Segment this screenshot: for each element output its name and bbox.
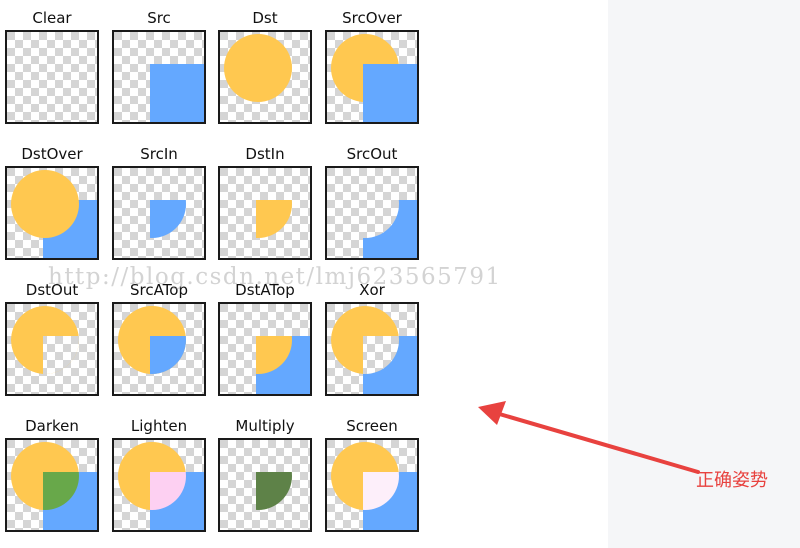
mode-label: SrcATop [129,281,188,299]
mode-label: Xor [359,281,385,299]
mode-label: Src [147,9,171,27]
composite-preview [218,30,312,124]
composite-preview [218,438,312,532]
mode-cell-srcin: SrcIn [109,136,209,264]
composite-preview [112,438,206,532]
mode-label: Darken [25,417,79,435]
mode-cell-srcout: SrcOut [322,136,422,264]
mode-cell-dstout: DstOut [2,272,102,400]
annotation-label: 正确姿势 [696,470,768,491]
mode-cell-dstatop: DstATop [215,272,315,400]
composite-preview [5,438,99,532]
mode-cell-dst: Dst [215,0,315,128]
mode-label: Lighten [130,417,188,435]
mode-label: SrcIn [140,145,178,163]
mode-label: SrcOver [342,9,402,27]
mode-cell-xor: Xor [322,272,422,400]
mode-cell-darken: Darken [2,408,102,536]
composite-preview [218,166,312,260]
mode-cell-srcover: SrcOver [322,0,422,128]
mode-cell-clear: Clear [2,0,102,128]
mode-label: Multiply [235,417,295,435]
composite-preview [112,166,206,260]
mode-label: Screen [346,417,398,435]
mode-cell-lighten: Lighten [109,408,209,536]
composite-preview [112,302,206,396]
mode-cell-dstover: DstOver [2,136,102,264]
mode-cell-screen: Screen [322,408,422,536]
composite-preview [325,166,419,260]
composite-preview [218,302,312,396]
mode-cell-dstin: DstIn [215,136,315,264]
composite-preview [325,438,419,532]
mode-label: DstATop [235,281,295,299]
mode-label: DstIn [245,145,285,163]
composite-preview [5,166,99,260]
mode-label: SrcOut [346,145,398,163]
mode-label: DstOut [25,281,79,299]
composite-preview [325,30,419,124]
mode-cell-srcatop: SrcATop [109,272,209,400]
xfermode-grid: Clear Src Dst SrcOver DstOver SrcIn DstIn SrcOu… [0,0,610,548]
composite-preview [325,302,419,396]
mode-label: Dst [252,9,278,27]
composite-preview [5,302,99,396]
composite-preview [112,30,206,124]
mode-label: Clear [32,9,72,27]
mode-label: DstOver [21,145,83,163]
mode-cell-src: Src [109,0,209,128]
mode-cell-multiply: Multiply [215,408,315,536]
composite-preview [5,30,99,124]
